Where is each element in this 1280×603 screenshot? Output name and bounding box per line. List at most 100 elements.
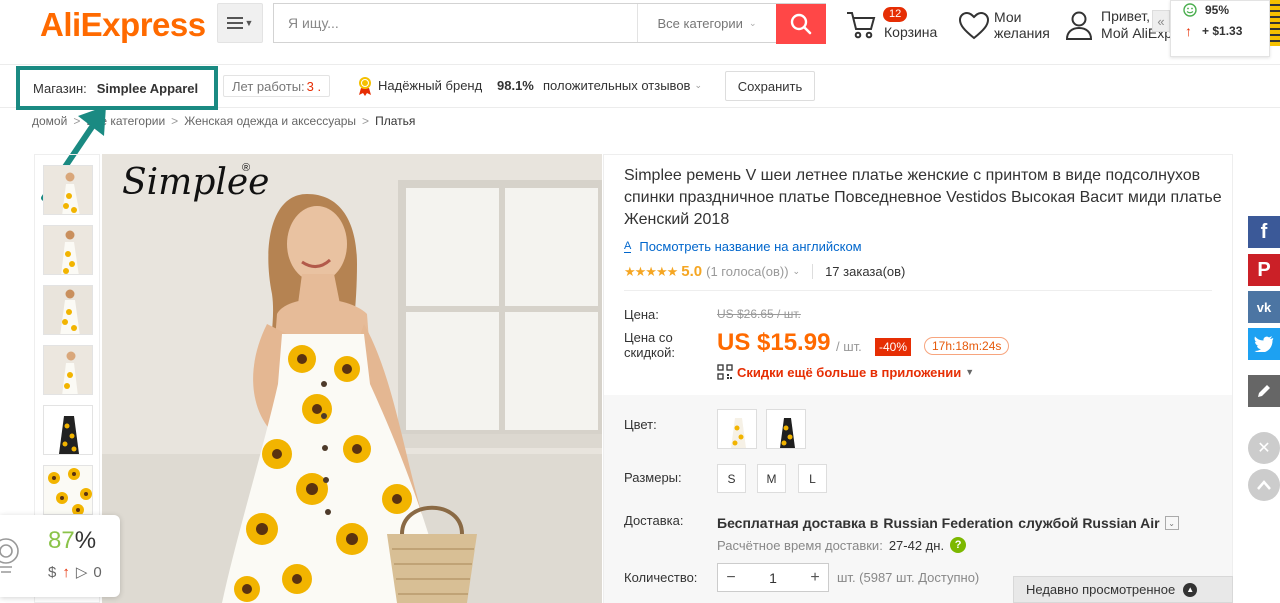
caret-down-icon: ▼ [244,18,254,28]
search-input[interactable] [274,4,637,42]
cart-link[interactable]: 12 Корзина [845,6,945,46]
recently-viewed-toggle[interactable]: Недавно просмотренное ▲ [1013,576,1233,603]
quantity-label: Количество: [624,570,698,585]
thumbnail[interactable] [43,345,93,395]
medal-icon [359,77,371,96]
quantity-stepper: − 1 + [717,563,829,592]
categories-menu-button[interactable]: ▼ [217,3,263,43]
qr-code-icon [717,364,733,380]
breadcrumb-dresses[interactable]: Платья [375,114,415,128]
user-icon [1065,11,1093,40]
color-option-black[interactable] [766,409,806,449]
thumbnail[interactable] [43,285,93,335]
shipping-dropdown-icon[interactable]: ⌄ [1164,516,1179,530]
pinterest-share-icon[interactable]: P [1248,254,1280,286]
extension-rating: 95% [1205,3,1230,17]
close-icon[interactable]: ✕ [1248,432,1280,464]
site-header: AliExpress ▼ Все категории ⌄ 12 Корзина … [0,0,1280,64]
play-icon: ▷ [75,564,88,581]
thumbnail[interactable] [43,225,93,275]
extension-price-change: + $1.33 [1202,24,1243,38]
search-button[interactable] [776,4,826,44]
store-years-label: Лет работы: [232,78,305,94]
extension-price-row: ↑ + $1.33 [1185,23,1242,39]
hamburger-icon [226,17,243,29]
extension-rating-row: 95% [1183,3,1229,17]
rating-row: ★★★★★ 5.0 (1 голоса(ов)) ⌄ 17 заказа(ов) [624,263,905,280]
product-title: Simplee ремень V шеи летнее платье женск… [624,167,1222,228]
breadcrumb-separator: > [171,114,179,128]
shipping-days: 27-42 дн. [888,537,945,553]
shipping-time: Расчётное время доставки: 27-42 дн. ? [717,537,967,553]
quantity-value[interactable]: 1 [744,570,802,586]
shipping-country[interactable]: Russian Federation [883,515,1013,531]
recently-viewed-label: Недавно просмотренное [1026,582,1176,597]
lightbulb-gear-icon [0,538,19,573]
search-category-label: Все категории [657,15,743,31]
store-name[interactable]: Simplee Apparel [97,81,198,96]
discount-price: US $15.99 [717,329,831,356]
product-info-panel: Simplee ремень V шеи летнее платье женск… [603,154,1233,603]
trusted-brand-label: Надёжный бренд [378,78,483,93]
scroll-top-icon[interactable] [1248,469,1280,501]
search-icon [790,13,812,35]
app-deal-label: Скидки ещё больше в приложении [737,364,962,380]
extension-strip [1270,0,1280,46]
facebook-share-icon[interactable]: f [1248,216,1280,248]
feedback-dropdown[interactable]: положительных отзывов ⌄ [543,78,702,93]
store-label: Магазин: [33,80,87,96]
search-category-select[interactable]: Все категории ⌄ [637,4,776,42]
color-option-white[interactable] [717,409,757,449]
sizes-label: Размеры: [624,470,682,485]
size-option-l[interactable]: L [798,464,827,493]
thumbnail[interactable] [43,165,93,215]
old-price: US $26.65 / шт. [717,307,801,321]
chevron-down-icon: ⌄ [748,17,757,28]
edit-pencil-icon[interactable] [1248,375,1280,407]
shipping-label: Доставка: [624,513,684,528]
extension-widget[interactable]: 95% ↑ + $1.33 [1170,0,1270,57]
vk-share-icon[interactable]: vk [1248,291,1280,323]
help-icon[interactable]: ? [950,537,967,553]
discount-price-label: Цена со скидкой: [624,330,675,360]
feedback-percent: 98.1% [497,78,534,93]
smiley-icon [1183,3,1197,17]
twitter-share-icon[interactable] [1248,328,1280,360]
orders-count: 17 заказа(ов) [812,264,905,279]
divider [624,290,1212,291]
per-unit-label: / шт. [836,339,862,354]
quantity-increase-button[interactable]: + [802,569,828,587]
breadcrumb-women-clothing[interactable]: Женская одежда и аксессуары [184,114,356,128]
cart-icon [847,12,876,39]
tracker-count: 0 [93,563,102,581]
thumbnail[interactable] [43,405,93,455]
votes-count[interactable]: (1 голоса(ов)) [706,264,788,279]
rating-value: 5.0 [681,263,703,280]
app-deal-link[interactable]: Скидки ещё больше в приложении ▼ [717,364,974,380]
product-main-image[interactable]: Simplee ® [102,154,602,603]
aliexpress-logo[interactable]: AliExpress [40,6,206,44]
size-option-m[interactable]: M [757,464,786,493]
registered-mark: ® [242,162,251,174]
quantity-decrease-button[interactable]: − [718,569,744,587]
tracker-percent-sign: % [74,527,97,554]
caret-down-icon: ▼ [965,367,975,377]
chevron-down-icon: ⌄ [694,80,703,90]
tracker-percent-value: 87 [48,527,75,554]
price-tracker-widget[interactable]: 87% $ ↑ ▷ 0 [0,515,120,597]
color-label: Цвет: [624,417,657,432]
collapse-panel-button[interactable]: « [1152,10,1170,32]
size-option-s[interactable]: S [717,464,746,493]
store-years-badge: Лет работы: 3 . [223,75,331,97]
wishlist-link[interactable]: Мои желания [958,6,1058,46]
thumbnail[interactable] [43,465,93,515]
feedback-label: положительных отзывов [543,78,691,93]
wishlist-label-line2: желания [994,25,1050,41]
tracker-percent: 87% [48,527,96,555]
save-store-button[interactable]: Сохранить [725,71,815,101]
dollar-sign: $ [48,563,57,581]
translate-title-link[interactable]: A Посмотреть название на английском [624,239,862,254]
translate-icon: A [624,240,632,253]
arrow-up-icon: ↑ [62,563,70,581]
chevron-down-icon[interactable]: ⌄ [793,266,801,277]
